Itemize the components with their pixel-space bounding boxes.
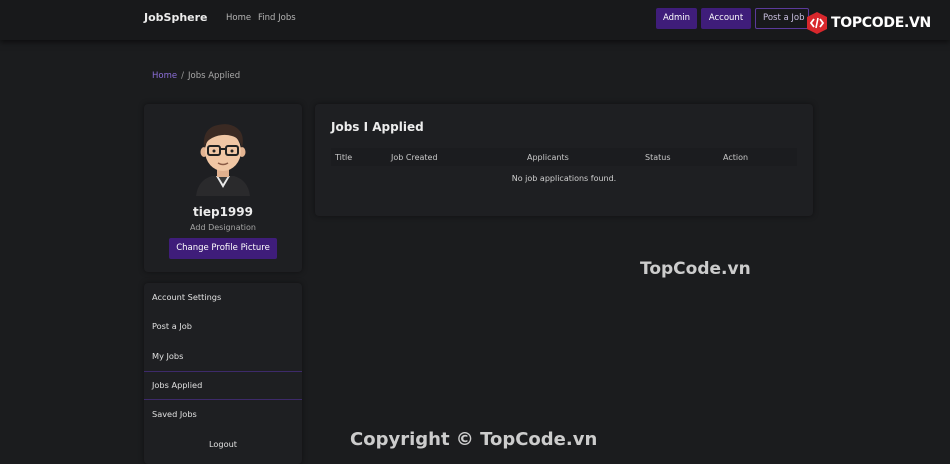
post-job-button[interactable]: Post a Job <box>755 8 809 29</box>
jobs-applied-card: Jobs I Applied Title Job Created Applica… <box>315 104 813 216</box>
admin-button[interactable]: Admin <box>656 8 697 29</box>
column-applicants: Applicants <box>527 153 569 162</box>
menu-item-saved-jobs[interactable]: Saved Jobs <box>144 400 302 429</box>
nav-link-home[interactable]: Home <box>226 13 251 23</box>
avatar <box>196 124 250 196</box>
watermark-copyright: Copyright © TopCode.vn <box>350 429 598 450</box>
nav-link-find-jobs[interactable]: Find Jobs <box>258 13 296 23</box>
breadcrumb-home[interactable]: Home <box>152 71 177 81</box>
column-title: Title <box>335 153 353 162</box>
empty-state-message: No job applications found. <box>511 174 617 183</box>
account-button[interactable]: Account <box>701 8 751 29</box>
column-action: Action <box>723 153 749 162</box>
jobs-applied-title: Jobs I Applied <box>331 120 424 134</box>
profile-username: tiep1999 <box>193 205 253 219</box>
menu-item-account-settings[interactable]: Account Settings <box>144 283 302 312</box>
profile-card: tiep1999 Add Designation Change Profile … <box>144 104 302 272</box>
menu-item-post-a-job[interactable]: Post a Job <box>144 312 302 341</box>
breadcrumb-current: Jobs Applied <box>187 71 241 81</box>
change-profile-picture-button[interactable]: Change Profile Picture <box>169 238 277 259</box>
breadcrumb: Home / Jobs Applied <box>152 71 240 81</box>
jobs-table-header: Title Job Created Applicants Status Acti… <box>331 148 797 166</box>
topcode-logo-text: TOPCODE.VN <box>831 15 931 31</box>
topcode-logo: TOPCODE.VN <box>806 10 950 40</box>
column-status: Status <box>645 153 671 162</box>
brand-logo[interactable]: JobSphere <box>144 11 208 24</box>
topcode-badge-icon <box>807 12 827 34</box>
account-menu: Account Settings Post a Job My Jobs Jobs… <box>144 283 302 464</box>
watermark-middle: TopCode.vn <box>640 259 751 279</box>
menu-item-logout[interactable]: Logout <box>144 430 302 459</box>
breadcrumb-separator: / <box>181 71 184 81</box>
menu-item-jobs-applied[interactable]: Jobs Applied <box>144 371 302 400</box>
menu-item-my-jobs[interactable]: My Jobs <box>144 342 302 371</box>
column-job-created: Job Created <box>391 153 438 162</box>
profile-designation[interactable]: Add Designation <box>144 223 302 232</box>
